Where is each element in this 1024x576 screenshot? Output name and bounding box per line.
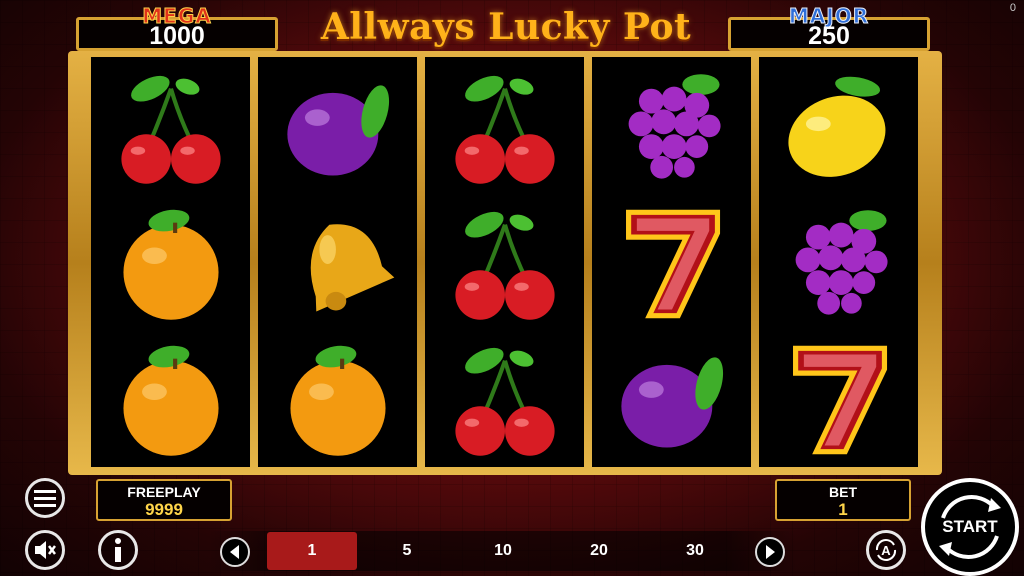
autoplay-icon: A bbox=[875, 539, 897, 561]
chevron-left-icon bbox=[230, 545, 239, 559]
freeplay-value: 9999 bbox=[145, 500, 183, 519]
sound-muted-icon bbox=[35, 541, 56, 559]
major-jackpot-box: MAJOR 250 bbox=[728, 4, 930, 51]
hamburger-icon bbox=[34, 490, 56, 507]
orange-icon bbox=[289, 345, 386, 456]
orange-icon bbox=[122, 345, 219, 456]
cherry-icon bbox=[454, 75, 555, 184]
bet-prev-button[interactable] bbox=[220, 537, 250, 567]
plum-symbol bbox=[592, 332, 751, 468]
chevron-right-icon bbox=[766, 545, 775, 559]
grapes-symbol bbox=[592, 60, 751, 196]
corner-indicator: 0 bbox=[1009, 2, 1016, 14]
seven-symbol bbox=[592, 196, 751, 332]
orange-symbol bbox=[91, 332, 250, 468]
bet-option-5[interactable]: 5 bbox=[362, 532, 452, 570]
orange-icon bbox=[122, 209, 219, 320]
start-label: START bbox=[942, 517, 998, 536]
reel-1 bbox=[91, 57, 250, 467]
cherry-symbol bbox=[425, 60, 584, 196]
reel-3 bbox=[425, 57, 584, 467]
bet-option-1[interactable]: 1 bbox=[267, 532, 357, 570]
start-button[interactable]: START bbox=[921, 478, 1019, 576]
menu-button[interactable] bbox=[25, 478, 65, 518]
seven-icon bbox=[625, 209, 720, 319]
reel-5 bbox=[759, 57, 918, 467]
mega-jackpot-box: MEGA 1000 bbox=[76, 4, 278, 51]
bet-label: BET bbox=[829, 484, 857, 500]
bet-next-button[interactable] bbox=[755, 537, 785, 567]
seven-symbol bbox=[759, 332, 918, 468]
sound-toggle-button[interactable] bbox=[25, 530, 65, 570]
grapes-icon bbox=[628, 74, 721, 179]
orange-symbol bbox=[258, 332, 417, 468]
plum-icon bbox=[620, 357, 723, 448]
grapes-icon bbox=[795, 210, 888, 315]
lemon-icon bbox=[787, 76, 885, 177]
cherry-icon bbox=[120, 75, 221, 184]
plum-symbol bbox=[258, 60, 417, 196]
bet-value: 1 bbox=[838, 500, 848, 519]
major-jackpot-value: 250 bbox=[808, 22, 850, 50]
info-button[interactable] bbox=[98, 530, 138, 570]
freeplay-box: FREEPLAY 9999 bbox=[96, 479, 232, 521]
cherry-icon bbox=[454, 211, 555, 320]
grapes-symbol bbox=[759, 196, 918, 332]
freeplay-label: FREEPLAY bbox=[127, 484, 201, 500]
orange-symbol bbox=[91, 196, 250, 332]
plum-icon bbox=[286, 85, 389, 176]
info-icon bbox=[115, 538, 121, 562]
bet-option-10[interactable]: 10 bbox=[458, 532, 548, 570]
mega-jackpot-value: 1000 bbox=[149, 22, 205, 50]
game-title: Allways Lucky Pot bbox=[320, 6, 692, 48]
reel-2 bbox=[258, 57, 417, 467]
lemon-symbol bbox=[759, 60, 918, 196]
bet-option-30[interactable]: 30 bbox=[650, 532, 740, 570]
cherry-symbol bbox=[91, 60, 250, 196]
bell-icon bbox=[310, 224, 394, 312]
bet-box: BET 1 bbox=[775, 479, 911, 521]
autoplay-button[interactable]: A bbox=[866, 530, 906, 570]
reel-4 bbox=[592, 57, 751, 467]
seven-icon bbox=[792, 345, 887, 455]
bell-symbol bbox=[258, 196, 417, 332]
svg-text:A: A bbox=[881, 543, 891, 558]
cherry-symbol bbox=[425, 332, 584, 468]
cherry-icon bbox=[454, 347, 555, 456]
cherry-symbol bbox=[425, 196, 584, 332]
bet-option-20[interactable]: 20 bbox=[554, 532, 644, 570]
